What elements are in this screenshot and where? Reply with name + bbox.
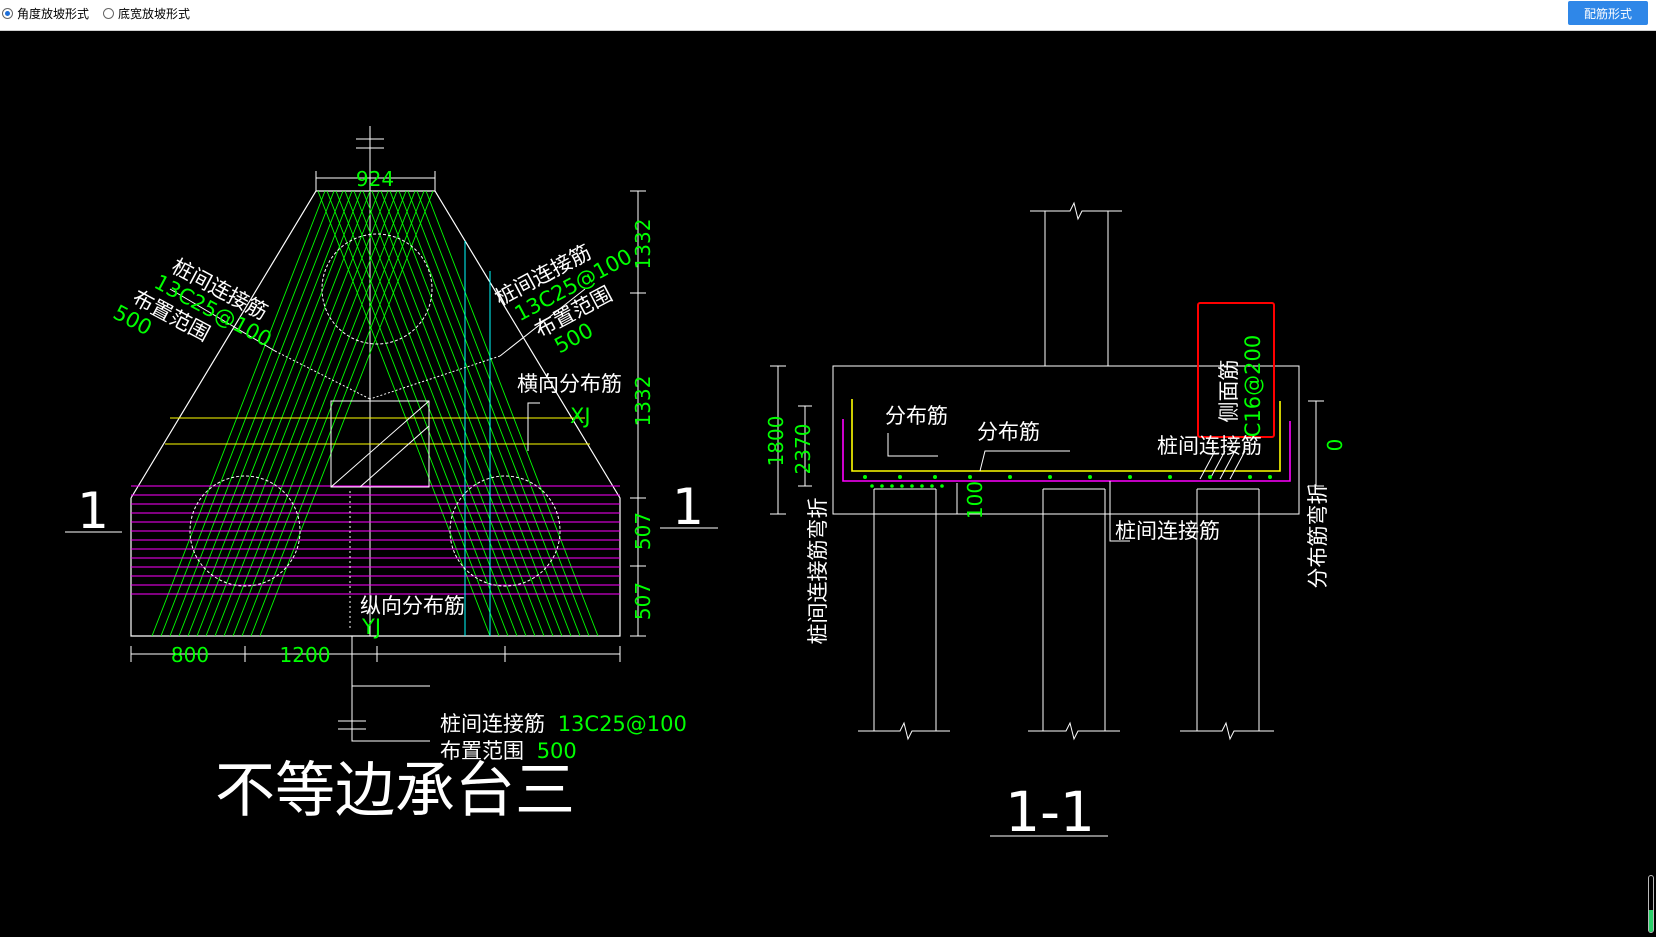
section-dim-0: 0	[1323, 439, 1347, 452]
plan-labels: 924 1332 1332 507 507 800 1200 1 1 桩间连接筋…	[77, 167, 704, 826]
radio-checked-icon[interactable]	[2, 8, 13, 19]
transverse-label: 横向分布筋	[517, 372, 622, 396]
radio-bottom-width-label: 底宽放坡形式	[118, 7, 191, 21]
green-rebar-hatch	[151, 190, 599, 637]
dim-right-4: 507	[631, 582, 655, 620]
section-mark-left: 1	[77, 482, 109, 540]
radio-unchecked-icon[interactable]	[103, 8, 115, 19]
side-rebar-label: 侧面筋	[1217, 360, 1241, 423]
side-rebar-value: C16@200	[1241, 335, 1265, 437]
svg-text:桩间连接筋 13C25@100: 桩间连接筋 13C25@100	[440, 712, 687, 736]
plan-view	[65, 126, 718, 742]
dim-bottom-1: 800	[171, 643, 209, 667]
section-mark-right: 1	[672, 478, 704, 536]
toolbar: 角度放坡形式 底宽放坡形式 配筋形式	[0, 0, 1656, 31]
right-vertical-label: 分布筋弯折	[1306, 484, 1330, 589]
section-dim-2370: 2370	[791, 424, 815, 475]
vertical-scrollbar-thumb[interactable]	[1648, 875, 1654, 933]
distribution-label-2: 分布筋	[977, 420, 1040, 444]
pile-cap-outline	[130, 190, 621, 637]
section-title: 1-1	[1005, 780, 1095, 844]
dim-right-2: 1332	[631, 376, 655, 427]
section-view	[770, 201, 1324, 837]
slope-mode-radio-group: 角度放坡形式 底宽放坡形式	[2, 5, 204, 22]
xj-label: XJ	[570, 404, 591, 428]
radio-angle-label: 角度放坡形式	[17, 7, 90, 21]
connection-label-bottom: 桩间连接筋	[1115, 519, 1220, 543]
section-dim-100: 100	[963, 481, 987, 519]
left-vertical-label: 桩间连接筋弯折	[806, 498, 830, 645]
dim-top: 924	[356, 167, 394, 191]
rebar-form-button[interactable]: 配筋形式	[1568, 1, 1648, 25]
radio-angle-slope[interactable]: 角度放坡形式	[2, 5, 89, 22]
bottom-label-1-val: 13C25@100	[558, 712, 687, 736]
dim-right-3: 507	[631, 512, 655, 550]
cad-drawing-canvas: 924 1332 1332 507 507 800 1200 1 1 桩间连接筋…	[65, 126, 1347, 844]
section-dim-height: 1800	[764, 416, 788, 467]
radio-bottom-width-slope[interactable]: 底宽放坡形式	[103, 5, 190, 22]
dim-bottom-2: 1200	[280, 643, 331, 667]
yj-label: YJ	[361, 615, 381, 639]
dim-right-1: 1332	[631, 219, 655, 270]
distribution-label-1: 分布筋	[885, 404, 948, 428]
bottom-label-1: 桩间连接筋	[440, 712, 545, 736]
plan-title: 不等边承台三	[215, 756, 575, 826]
